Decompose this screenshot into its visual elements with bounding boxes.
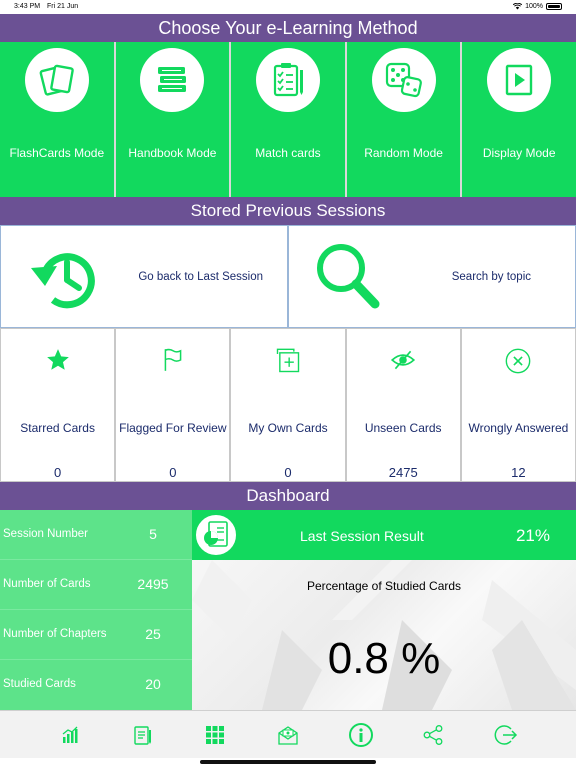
wifi-icon <box>513 3 523 10</box>
flashcards-icon <box>24 48 89 112</box>
category-count: 0 <box>53 465 62 480</box>
home-indicator[interactable] <box>200 760 376 764</box>
grid-icon <box>206 725 225 744</box>
stat-row: Number of Chapters 25 <box>0 610 192 660</box>
methods-header: Choose Your e-Learning Method <box>0 14 576 42</box>
books-icon <box>140 48 205 112</box>
sessions-row: Go back to Last Session Search by topic <box>0 225 576 328</box>
chart-icon <box>62 726 78 743</box>
category-label: Unseen Cards <box>364 421 442 435</box>
status-date: Fri 21 Jun <box>47 3 79 10</box>
tab-mail[interactable] <box>275 722 301 748</box>
category-count: 2475 <box>388 465 418 480</box>
starred-cards-tile[interactable]: Starred Cards 0 <box>0 328 116 482</box>
category-label: Flagged For Review <box>119 421 227 435</box>
mode-label: Match cards <box>255 146 321 160</box>
random-mode-button[interactable]: Random Mode <box>346 42 461 197</box>
studied-percentage-value: 0.8 % <box>327 634 441 683</box>
dashboard-header: Dashboard <box>0 482 576 510</box>
studied-percentage-title: Percentage of Studied Cards <box>306 579 462 593</box>
info-icon <box>348 722 373 747</box>
last-session-button[interactable]: Go back to Last Session <box>0 225 288 328</box>
dice-icon <box>371 48 436 112</box>
tab-share[interactable] <box>420 722 446 748</box>
sessions-header: Stored Previous Sessions <box>0 197 576 225</box>
search-topic-label: Search by topic <box>451 271 531 283</box>
share-icon <box>423 724 443 745</box>
tab-logout[interactable] <box>493 722 519 748</box>
last-session-result[interactable]: Last Session Result 21% <box>192 510 576 560</box>
search-icon <box>317 244 380 309</box>
handbook-mode-button[interactable]: Handbook Mode <box>115 42 230 197</box>
mode-label: FlashCards Mode <box>9 146 105 160</box>
unseen-cards-tile[interactable]: Unseen Cards 2475 <box>345 328 461 482</box>
category-label: My Own Cards <box>248 421 328 435</box>
checklist-icon <box>255 48 320 112</box>
play-icon <box>487 48 552 112</box>
history-icon <box>31 253 95 309</box>
mode-label: Display Mode <box>482 146 556 160</box>
mail-icon <box>278 725 298 745</box>
last-session-label: Go back to Last Session <box>138 271 263 283</box>
category-label: Wrongly Answered <box>468 421 569 435</box>
mode-label: Random Mode <box>364 146 443 160</box>
eye-off-icon <box>391 350 416 370</box>
status-time: 3:43 PM <box>14 3 41 10</box>
stat-label: Number of Cards <box>3 578 91 590</box>
notes-icon <box>134 725 151 745</box>
last-result-value: 21% <box>515 526 550 545</box>
stat-row: Studied Cards 20 <box>0 660 192 710</box>
stat-label: Studied Cards <box>3 678 76 690</box>
stat-row: Number of Cards 2495 <box>0 560 192 610</box>
last-result-label: Last Session Result <box>300 528 424 544</box>
category-count: 12 <box>511 465 526 480</box>
studied-percentage-panel: Percentage of Studied Cards 0.8 % <box>192 560 576 710</box>
stat-value: 25 <box>145 626 161 642</box>
report-icon <box>194 513 238 557</box>
category-label: Starred Cards <box>20 421 95 435</box>
tab-statistics[interactable] <box>57 722 83 748</box>
battery-icon <box>546 3 562 10</box>
dashboard-stats: Session Number 5 Number of Cards 2495 Nu… <box>0 510 192 710</box>
stat-label: Session Number <box>3 528 89 540</box>
display-mode-button[interactable]: Display Mode <box>462 42 576 197</box>
battery-percent: 100% <box>525 3 543 10</box>
x-circle-icon <box>506 348 531 374</box>
bottom-tab-bar <box>0 710 576 758</box>
card-categories: Starred Cards 0 Flagged For Review 0 My … <box>0 328 576 482</box>
tab-info[interactable] <box>348 722 374 748</box>
stat-value: 20 <box>145 676 161 692</box>
stat-label: Number of Chapters <box>3 628 107 640</box>
tab-home-grid[interactable] <box>202 722 228 748</box>
status-bar: 3:43 PM Fri 21 Jun 100% <box>0 0 576 14</box>
match-cards-button[interactable]: Match cards <box>231 42 345 197</box>
search-topic-button[interactable]: Search by topic <box>288 225 576 328</box>
stat-value: 5 <box>149 526 157 542</box>
category-count: 0 <box>284 465 292 480</box>
logout-icon <box>494 724 517 745</box>
stat-row: Session Number 5 <box>0 510 192 560</box>
stat-value: 2495 <box>137 576 169 592</box>
star-icon <box>46 349 69 370</box>
wrongly-answered-tile[interactable]: Wrongly Answered 12 <box>460 328 576 482</box>
flashcards-mode-button[interactable]: FlashCards Mode <box>0 42 114 197</box>
own-cards-tile[interactable]: My Own Cards 0 <box>230 328 346 482</box>
methods-grid: FlashCards Mode Handbook Mode Match card… <box>0 42 576 197</box>
tab-notes[interactable] <box>130 722 156 748</box>
status-right: 100% <box>513 3 562 10</box>
flag-icon <box>164 348 182 371</box>
add-card-icon <box>276 348 300 373</box>
mode-label: Handbook Mode <box>128 146 217 160</box>
category-count: 0 <box>169 465 177 480</box>
flagged-review-tile[interactable]: Flagged For Review 0 <box>115 328 231 482</box>
